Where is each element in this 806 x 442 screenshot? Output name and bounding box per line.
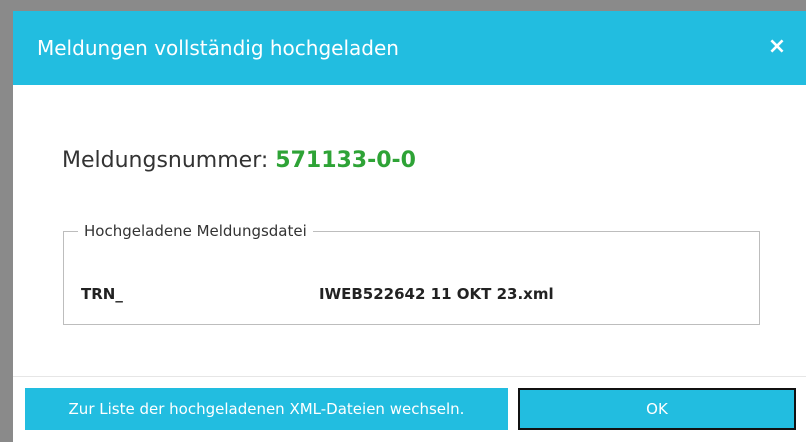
dialog-titlebar: Meldungen vollständig hochgeladen × bbox=[13, 11, 806, 85]
fieldset-legend: Hochgeladene Meldungsdatei bbox=[78, 221, 313, 241]
message-number-value: 571133-0-0 bbox=[275, 148, 416, 173]
dialog-footer: Zur Liste der hochgeladenen XML-Dateien … bbox=[13, 376, 806, 442]
dialog-title: Meldungen vollständig hochgeladen bbox=[37, 36, 399, 60]
message-number-line: Meldungsnummer: 571133-0-0 bbox=[62, 147, 416, 175]
message-number-label: Meldungsnummer: bbox=[62, 148, 269, 173]
upload-complete-dialog: Meldungen vollständig hochgeladen × Meld… bbox=[13, 11, 806, 442]
close-icon[interactable]: × bbox=[766, 35, 788, 59]
uploaded-file-fieldset: Hochgeladene Meldungsdatei TRN_ IWEB5226… bbox=[63, 221, 760, 325]
go-to-xml-list-button[interactable]: Zur Liste der hochgeladenen XML-Dateien … bbox=[25, 388, 508, 430]
file-name-prefix: TRN_ bbox=[81, 285, 123, 303]
file-name-suffix: IWEB522642 11 OKT 23.xml bbox=[319, 285, 554, 303]
ok-button[interactable]: OK bbox=[518, 388, 796, 430]
